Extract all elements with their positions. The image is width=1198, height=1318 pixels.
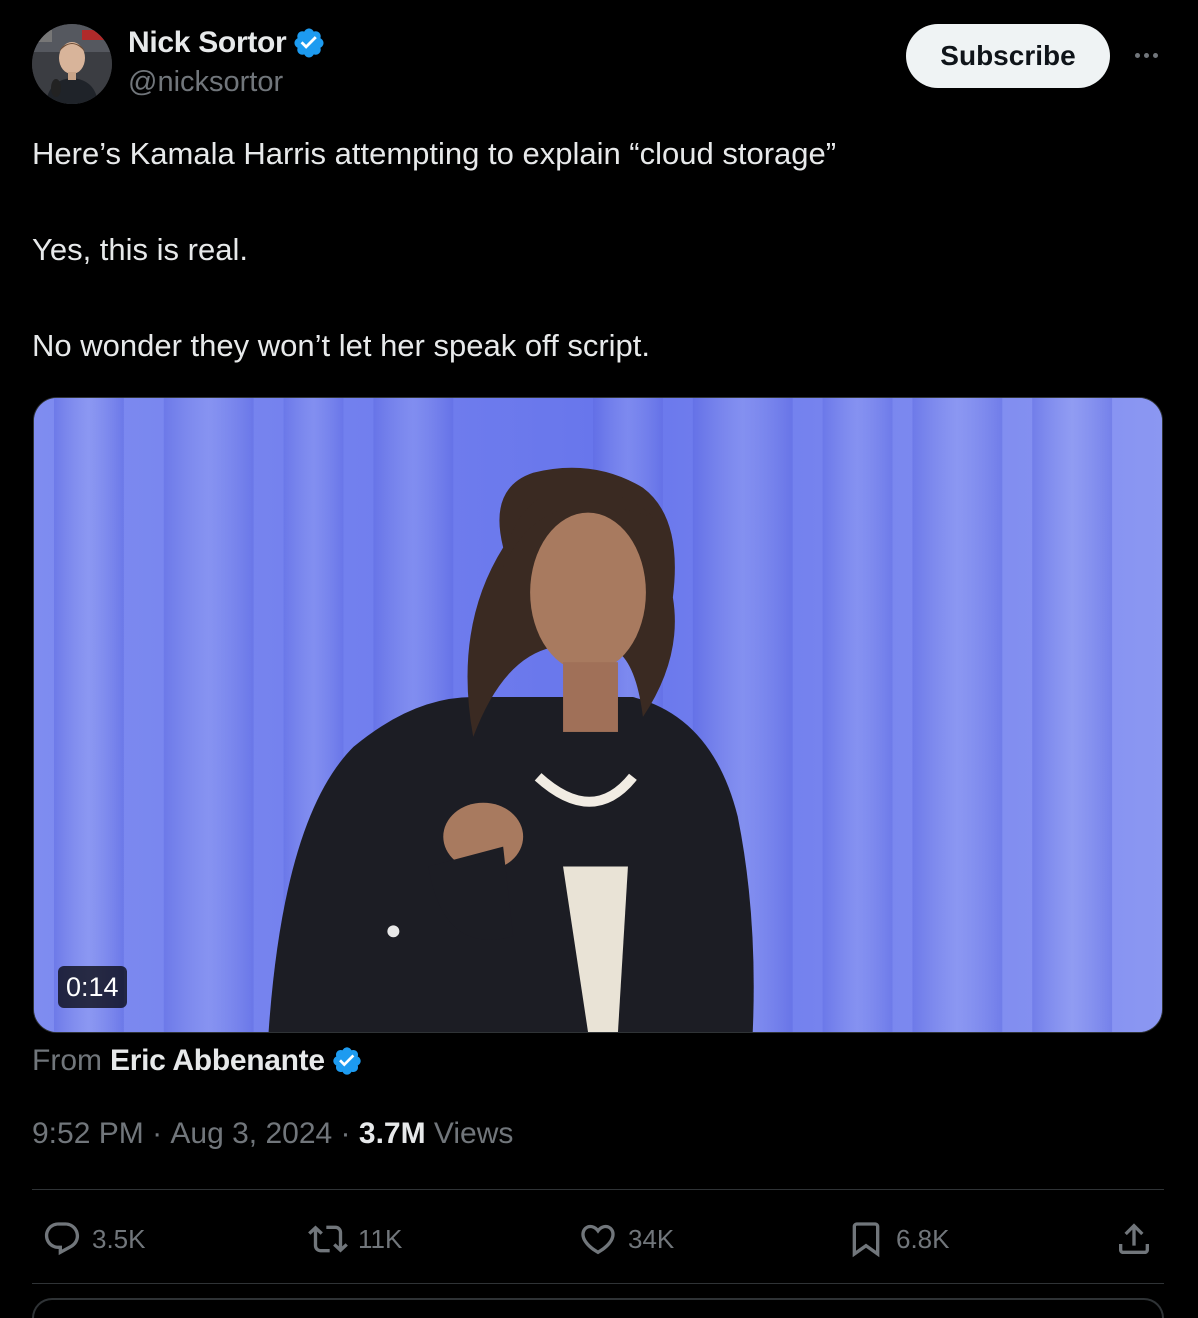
repost-count: 11K bbox=[358, 1223, 403, 1254]
author-handle[interactable]: @nicksortor bbox=[128, 66, 326, 99]
meta-separator: · bbox=[143, 1117, 171, 1150]
like-count: 34K bbox=[628, 1223, 675, 1254]
repost-button[interactable]: 11K bbox=[308, 1210, 402, 1268]
like-button[interactable]: 34K bbox=[578, 1210, 674, 1268]
author-avatar[interactable] bbox=[32, 24, 112, 104]
heart-icon bbox=[581, 1224, 615, 1255]
subscribe-button[interactable]: Subscribe bbox=[906, 24, 1110, 88]
video-thumbnail bbox=[34, 398, 1162, 1032]
media-attribution: From Eric Abbenante bbox=[32, 1044, 363, 1078]
tweet-container: Nick Sortor @nicksortor Subscribe Here’s… bbox=[0, 0, 1198, 1318]
author-display-name[interactable]: Nick Sortor bbox=[128, 26, 287, 60]
tweet-time[interactable]: 9:52 PM bbox=[32, 1117, 144, 1151]
divider bbox=[32, 1283, 1164, 1284]
attribution-name[interactable]: Eric Abbenante bbox=[110, 1044, 325, 1078]
views-count: 3.7M bbox=[358, 1117, 426, 1150]
meta-separator: · bbox=[332, 1117, 359, 1150]
share-icon bbox=[1119, 1223, 1149, 1254]
verified-badge-icon bbox=[331, 1045, 363, 1077]
tweet-text-line: No wonder they won’t let her speak off s… bbox=[32, 328, 651, 363]
reply-count: 3.5K bbox=[92, 1223, 146, 1254]
share-button[interactable] bbox=[1114, 1210, 1154, 1268]
views-label: Views bbox=[425, 1117, 514, 1150]
bookmark-button[interactable]: 6.8K bbox=[846, 1210, 950, 1268]
tweet-meta: 9:52 PM · Aug 3, 2024 · 3.7M Views bbox=[32, 1117, 513, 1151]
tweet-date[interactable]: Aug 3, 2024 bbox=[170, 1117, 332, 1151]
avatar-image bbox=[32, 24, 112, 104]
divider bbox=[32, 1189, 1164, 1190]
action-bar: 3.5K 11K 34K 6.8K bbox=[0, 1210, 1198, 1268]
more-options-icon[interactable] bbox=[1128, 40, 1164, 70]
video-duration-badge: 0:14 bbox=[58, 966, 127, 1008]
bookmark-count: 6.8K bbox=[896, 1223, 950, 1254]
bookmark-icon bbox=[852, 1222, 880, 1258]
more-dot bbox=[1143, 52, 1149, 58]
tweet-text: Here’s Kamala Harris attempting to expla… bbox=[32, 134, 1162, 422]
reply-button[interactable]: 3.5K bbox=[42, 1210, 146, 1268]
more-dot bbox=[1134, 52, 1140, 58]
tweet-text-line: Yes, this is real. bbox=[32, 232, 248, 267]
reply-composer-edge bbox=[32, 1298, 1164, 1318]
reply-icon bbox=[44, 1222, 80, 1256]
video-player[interactable] bbox=[33, 397, 1163, 1033]
verified-badge-icon[interactable] bbox=[292, 26, 326, 60]
attribution-prefix: From bbox=[32, 1044, 102, 1077]
author-name-row: Nick Sortor bbox=[128, 26, 326, 60]
tweet-text-line: Here’s Kamala Harris attempting to expla… bbox=[32, 136, 837, 171]
more-dot bbox=[1152, 52, 1158, 58]
author-info: Nick Sortor @nicksortor bbox=[128, 26, 326, 99]
repost-icon bbox=[308, 1225, 348, 1253]
